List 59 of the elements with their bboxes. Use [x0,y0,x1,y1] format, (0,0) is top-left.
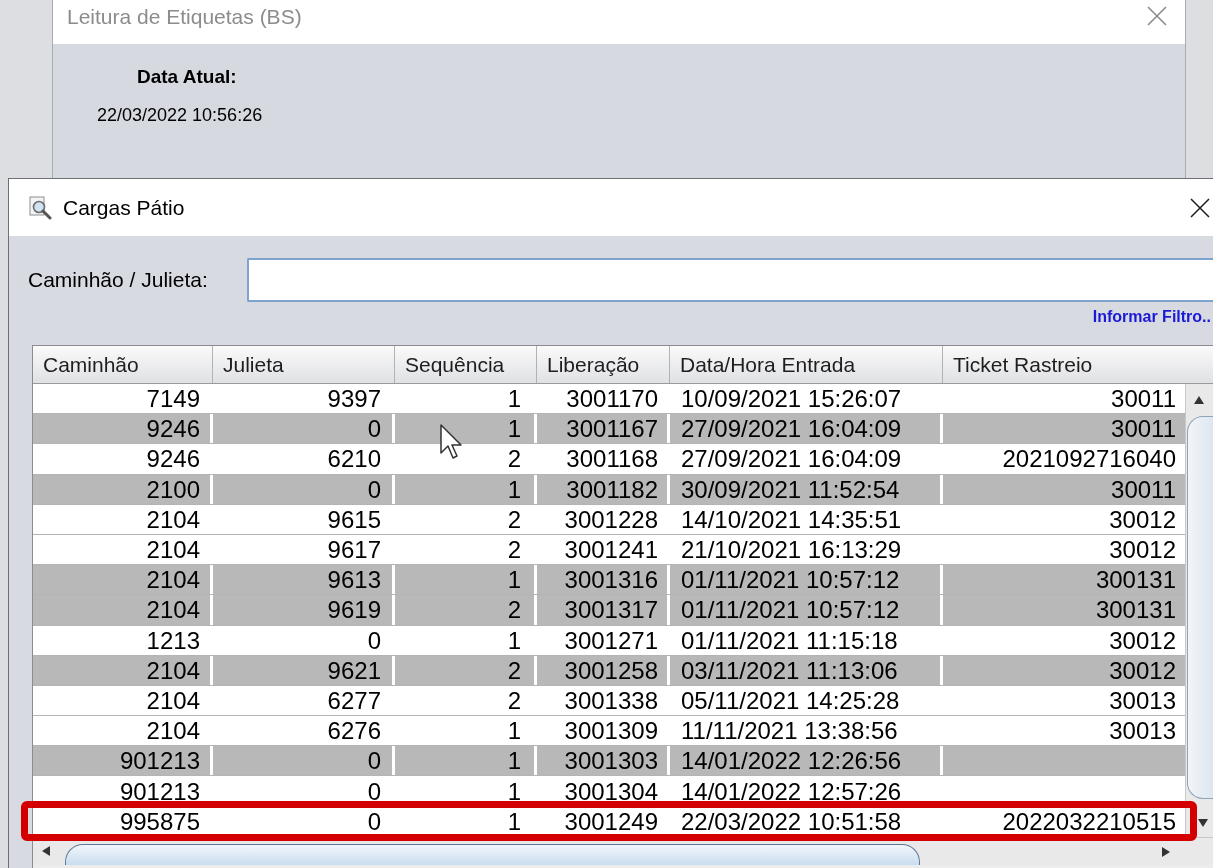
table-row[interactable]: 2104 9615 2 3001228 14/10/2021 14:35:51 30012 [33,504,1185,535]
table-cell: 3001304 [537,776,670,806]
scroll-up-arrow-icon[interactable] [1194,396,1204,404]
table-row[interactable]: 2100 0 1 3001182 30/09/2021 11:52:54 30011 [33,474,1185,505]
scroll-left-arrow-icon[interactable] [41,845,51,856]
table-cell: 995875 [33,806,213,836]
table-row[interactable]: 2104 9621 2 3001258 03/11/2021 11:13:06 30012 [33,655,1185,686]
close-icon[interactable] [1190,197,1210,218]
table-row[interactable]: 901213 0 1 3001303 14/01/2022 12:26:56 [33,746,1185,777]
table-cell-text: 2021092716040 [1001,444,1177,474]
table-cell-text: 30012 [1108,504,1177,534]
table-row[interactable]: 2104 9617 2 3001241 21/10/2021 16:13:29 30012 [33,534,1185,566]
table-cell-text: 2022032210515 [1001,806,1177,836]
scroll-down-arrow-icon[interactable] [1198,818,1208,827]
date-value: 22/03/2022 10:56:26 [97,104,263,127]
table-cell: 1 [395,806,537,836]
table-cell-text: 30012 [1108,625,1177,655]
table-cell: 3001249 [537,806,670,836]
scroll-right-arrow-icon[interactable] [1161,846,1171,857]
magnifier-icon [28,195,52,220]
mouse-pointer-icon [440,424,462,460]
dialog-title: Cargas Pátio [63,194,185,221]
window-title: Leitura de Etiquetas (BS) [67,4,302,30]
table-row[interactable]: 2104 9619 2 3001317 01/11/2021 10:57:12 300131 [33,595,1185,626]
table-cell: 901213 [33,776,213,806]
table-cell-text: 30011 [1110,474,1177,504]
column-header[interactable]: Ticket Rastreio [943,346,1213,383]
table-cell: 22/03/2022 10:51:58 [670,806,943,836]
table-row[interactable]: 9246 6210 2 3001168 27/09/2021 16:04:09 2021092716040 [33,444,1185,475]
filter-link[interactable]: Informar Filtro.. [1092,307,1211,327]
table-cell-text: 30012 [1108,535,1177,565]
field-label: Data Atual: [137,65,237,89]
column-header[interactable]: Julieta [213,346,395,383]
table-row[interactable]: 2104 6277 2 3001338 05/11/2021 14:25:28 30013 [33,685,1185,717]
table-row[interactable]: 9246 0 1 3001167 27/09/2021 16:04:09 30011 [33,414,1185,445]
column-header[interactable]: Caminhão [33,346,213,383]
scrollbar-thumb[interactable] [65,843,920,865]
table-cell-text: 30011 [1110,384,1177,414]
table-row[interactable]: 2104 9613 1 3001316 01/11/2021 10:57:12 300131 [33,565,1185,596]
table-cell-text: 30012 [1108,655,1177,685]
table-cell-text: 30013 [1108,716,1177,746]
table-cell-text: 30011 [1110,414,1177,444]
column-header[interactable]: Data/Hora Entrada [670,346,943,383]
text-input-field[interactable] [247,258,1213,302]
table-cell-text: 300131 [1094,565,1177,595]
table-row[interactable]: 2104 6276 1 3001309 11/11/2021 13:38:56 30013 [33,716,1185,747]
table-cell: 1 [395,776,537,806]
table-row[interactable]: 7149 9397 1 3001170 10/09/2021 15:26:07 30011 [33,384,1185,415]
table-cell-text: 300131 [1094,595,1177,625]
scrollbar-thumb[interactable] [1187,416,1213,799]
column-header[interactable]: Sequência [395,346,537,383]
table-cell: 0 [213,806,395,836]
table-cell: 0 [213,776,395,806]
table-cell: 14/01/2022 12:57:26 [670,776,943,806]
table-cell-text: 30013 [1108,685,1177,716]
vertical-scrollbar[interactable] [1185,384,1213,837]
field-label: Caminhão / Julieta: [28,267,208,293]
column-header[interactable]: Liberação [537,346,670,383]
table-row[interactable]: 1213 0 1 3001271 01/11/2021 11:15:18 30012 [33,625,1185,656]
